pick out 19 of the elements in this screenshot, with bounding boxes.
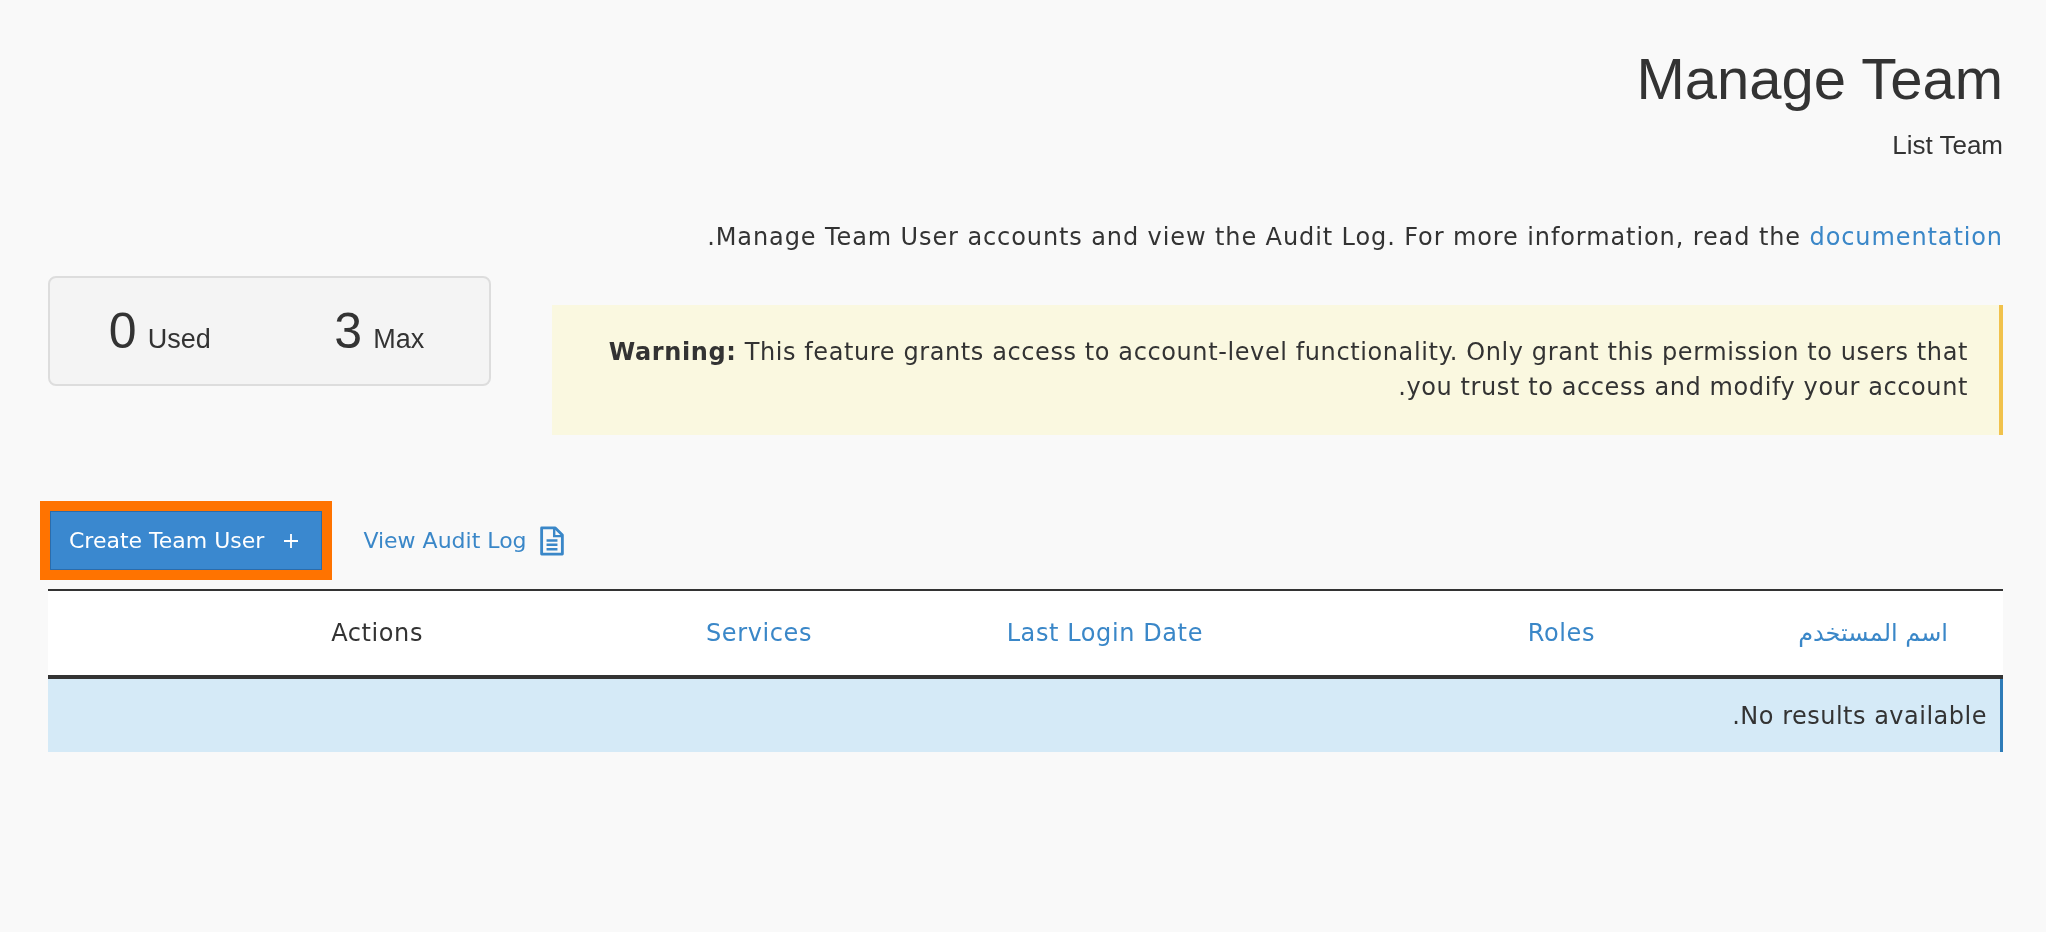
column-header[interactable]: Services <box>706 619 812 647</box>
documentation-link[interactable]: documentation <box>1809 223 2003 251</box>
usage-value: 0 <box>108 303 137 359</box>
column-header[interactable]: Roles <box>1527 619 1595 647</box>
create-team-user-button[interactable]: Create Team User <box>40 501 333 580</box>
page-title: Manage Team <box>1635 45 2003 113</box>
warning-text: Warning: This feature grants access to account-level functionality. Only grant this permission to users that .you trust to access and modify your account <box>607 337 1968 403</box>
no-results-text: .No results available <box>1732 701 1987 730</box>
column-header: Actions <box>331 619 423 647</box>
plus-icon <box>284 533 299 548</box>
document-icon <box>539 525 564 556</box>
view-audit-log-link[interactable]: View Audit Log <box>363 525 564 556</box>
page-subtitle: List Team <box>1891 129 2003 162</box>
column-header[interactable]: Last Login Date <box>1006 619 1203 647</box>
usage-label: Used <box>147 324 211 355</box>
usage-label: Max <box>373 324 425 355</box>
usage-value: 3 <box>334 303 363 359</box>
column-header[interactable]: اسم المستخدم <box>1798 619 1948 647</box>
intro-text: .Manage Team User accounts and view the Audit Log. For more information, read the documentation <box>706 222 2003 253</box>
